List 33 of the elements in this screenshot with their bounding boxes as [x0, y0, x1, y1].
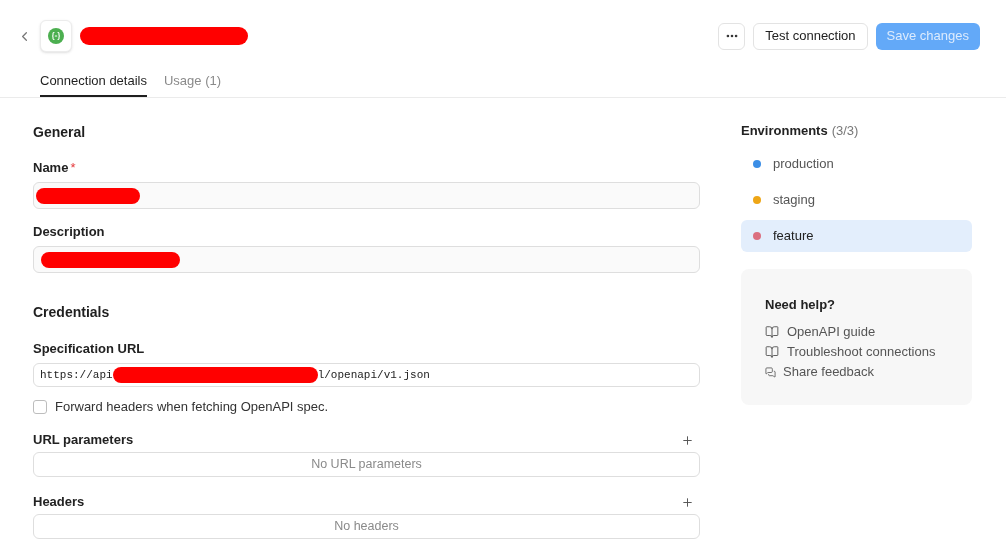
help-link[interactable]: Share feedback: [765, 362, 972, 382]
url-input[interactable]: https://api l/openapi/v1.json: [33, 363, 700, 387]
text-input[interactable]: [33, 182, 700, 209]
text-input[interactable]: [33, 246, 700, 273]
empty-message: No headers: [334, 518, 399, 536]
checkbox-label: Forward headers when fetching OpenAPI spec.: [55, 399, 329, 415]
checkbox[interactable]: [33, 400, 47, 414]
book-icon: [765, 345, 779, 359]
empty-message: No URL parameters: [311, 456, 422, 474]
plus-icon[interactable]: [681, 433, 694, 447]
chat-icon: [765, 366, 776, 378]
field-label: Headers: [33, 494, 85, 510]
section-heading: Credentials: [33, 303, 111, 322]
plus-icon[interactable]: [681, 495, 694, 509]
book-icon: [765, 325, 779, 339]
environment-item[interactable]: production: [741, 148, 972, 180]
required-mark: *: [70, 160, 76, 176]
help-link[interactable]: Troubleshoot connections: [765, 342, 972, 362]
section-heading: General: [33, 123, 87, 142]
environment-item[interactable]: staging: [741, 184, 972, 216]
field-label: Name: [33, 160, 69, 176]
section-title: Environments: [741, 123, 828, 139]
braces-icon: [40, 20, 72, 52]
test-connection-button[interactable]: Test connection: [753, 22, 868, 50]
help-title: Need help?: [765, 297, 837, 313]
field-label: Description: [33, 224, 105, 240]
count-label: (3/3): [831, 123, 859, 139]
field-label: URL parameters: [33, 432, 134, 448]
environment-item[interactable]: feature: [741, 220, 972, 252]
field-label: Specification URL: [33, 341, 145, 357]
tab[interactable]: Connection details: [40, 66, 147, 97]
help-link[interactable]: OpenAPI guide: [765, 322, 972, 342]
tab[interactable]: Usage (1): [163, 66, 222, 97]
